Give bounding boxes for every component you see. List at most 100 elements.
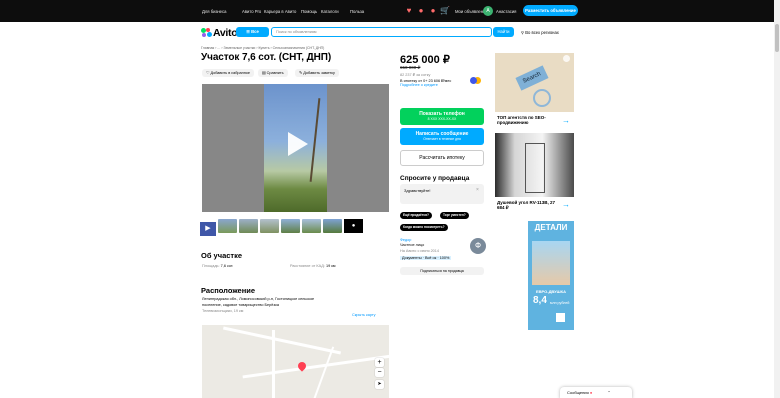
ad-details-promo: ЕВРО-ДВУШКА: [535, 289, 567, 294]
hide-map-link[interactable]: Скрыть карту: [352, 313, 376, 317]
clear-icon[interactable]: ×: [476, 187, 479, 193]
all-categories-button[interactable]: ☰ Все категории: [236, 27, 269, 44]
add-to-favorites-button[interactable]: ♡ Добавить в избранное: [202, 69, 255, 77]
bank-logo-icon: [470, 77, 477, 84]
location-section-title: Расположение: [201, 286, 256, 295]
ad-banner-shower[interactable]: [495, 133, 574, 197]
location-map[interactable]: [202, 325, 389, 398]
ad-info-icon[interactable]: [563, 55, 570, 62]
thumbnail[interactable]: [281, 219, 300, 233]
note-icon: ✎: [299, 71, 303, 75]
area-value: 7,6 сот.: [220, 264, 234, 268]
thumbnail[interactable]: [218, 219, 237, 233]
avatar[interactable]: А: [483, 6, 493, 16]
ad-seo-text[interactable]: ТОП агентств по SEO-продвижению: [497, 115, 559, 125]
main-photo-video[interactable]: [202, 84, 389, 212]
map-road: [272, 330, 275, 398]
quick-reply-chip[interactable]: Когда можно посмотреть?: [400, 224, 448, 231]
region-label: Во всех регионах: [525, 30, 559, 35]
add-note-button[interactable]: ✎ Добавить заметку: [295, 69, 339, 77]
magnifier-icon: [533, 89, 551, 107]
compare-icon: ▤: [262, 71, 266, 75]
show-phone-button[interactable]: Показать телефон 8 XXX XXX-XX-XX: [400, 108, 484, 125]
ad-shower-text[interactable]: Душевой угол RV-113B, 27 684 ₽: [497, 200, 559, 211]
page: Для бизнеса Авито Pro Карьера в Авито По…: [0, 0, 780, 398]
search-ad-art: Search: [515, 65, 549, 91]
distance-label-text: Расстояние от КАД:: [290, 264, 325, 268]
nav-link-pro[interactable]: Авито Pro: [242, 9, 261, 14]
distance-label: Расстояние от КАД: 19 км: [290, 264, 336, 268]
subscribe-button[interactable]: Подписаться на продавца: [400, 267, 484, 275]
search-input[interactable]: Поиск по объявлениям: [271, 27, 492, 37]
about-section-title: Об участке: [201, 251, 243, 260]
chevron-up-icon[interactable]: ⌃: [607, 390, 610, 395]
cart-icon[interactable]: 🛒: [440, 6, 450, 16]
all-categories-label: Все категории: [242, 29, 263, 44]
nav-link-career[interactable]: Карьера в Авито: [264, 9, 296, 14]
avatar[interactable]: Ф: [470, 238, 486, 254]
write-message-button[interactable]: Написать сообщение Отвечает в течение дн…: [400, 128, 484, 145]
seller-name[interactable]: Федор: [400, 238, 411, 242]
nav-link-catalogs[interactable]: Каталоги: [321, 9, 339, 14]
location-pin-icon: ⚲: [521, 30, 525, 35]
thumbnail[interactable]: [302, 219, 321, 233]
chat-icon[interactable]: ●: [416, 6, 426, 16]
address-line-2: поселение, садовое товарищество Берёзка: [202, 303, 279, 307]
phone-mask: 8 XXX XXX-XX-XX: [427, 117, 457, 121]
ad-family-photo: [532, 241, 570, 285]
top-navigation-bar: Для бизнеса Авито Pro Карьера в Авито По…: [0, 0, 780, 22]
address-line-1: Ленинградская обл., Ломоносовский р-н, Г…: [202, 297, 315, 301]
bell-icon[interactable]: ●: [428, 6, 438, 16]
video-thumb-play-icon[interactable]: ▶: [200, 222, 216, 236]
nav-link-help[interactable]: Помощь: [301, 9, 317, 14]
breadcrumb[interactable]: Главная › ... › Земельные участки › Купи…: [201, 46, 324, 50]
nav-link-benefit[interactable]: Польза: [350, 9, 364, 14]
avito-logo[interactable]: Avito: [201, 27, 238, 39]
map-road: [242, 354, 389, 379]
arrow-right-icon[interactable]: →: [562, 200, 570, 209]
camera-icon[interactable]: ●: [344, 219, 363, 233]
ad-banner-details[interactable]: ДЕТАЛИ ЕВРО-ДВУШКА 8,4 млн рублей: [528, 221, 574, 330]
region-selector[interactable]: ⚲ Во всех регионах: [521, 30, 559, 35]
ad-details-price-unit: млн рублей: [550, 301, 570, 305]
old-price: 650 000 ₽: [400, 65, 421, 70]
find-button[interactable]: Найти: [493, 27, 514, 37]
favorites-label: Добавить в избранное: [210, 71, 251, 75]
nav-link-business[interactable]: Для бизнеса: [202, 9, 226, 14]
message-input[interactable]: Здравствуйте!: [400, 184, 484, 204]
compare-button[interactable]: ▤ Сравнить: [258, 69, 288, 77]
thumbnail[interactable]: [323, 219, 342, 233]
ask-seller-title: Спросите у продавца: [400, 175, 470, 182]
ad-details-price: 8,4: [533, 295, 547, 306]
shower-image: [525, 143, 545, 193]
quick-reply-chip[interactable]: Торг уместен?: [440, 212, 469, 219]
play-icon[interactable]: [288, 132, 308, 156]
messages-widget-label: Сообщения: [567, 390, 589, 395]
arrow-right-icon[interactable]: →: [562, 116, 570, 125]
quick-reply-chip[interactable]: Ещё продаётся?: [400, 212, 432, 219]
messages-widget[interactable]: Сообщения ● ⌃: [560, 387, 632, 398]
zoom-in-button[interactable]: +: [375, 358, 384, 367]
scrollbar[interactable]: [774, 0, 780, 398]
area-label: Площадь: 7,6 сот.: [202, 264, 233, 268]
map-road: [222, 326, 342, 355]
scrollbar-thumb[interactable]: [775, 24, 779, 52]
post-ad-button[interactable]: Разместить объявление: [523, 5, 578, 16]
zoom-out-button[interactable]: −: [375, 368, 384, 377]
mortgage-link[interactable]: Подробнее о кредите: [400, 83, 438, 87]
area-label-text: Площадь:: [202, 264, 220, 268]
seller-since: На Авито с июня 2014: [400, 249, 440, 253]
map-road: [311, 346, 335, 398]
seller-type: Частное лицо: [400, 243, 425, 247]
thumbnail[interactable]: [239, 219, 258, 233]
ad-banner-seo[interactable]: Search: [495, 53, 574, 112]
locate-icon[interactable]: ➤: [375, 380, 384, 389]
page-title: Участок 7,6 сот. (СНТ, ДНП): [201, 52, 332, 63]
thumbnail[interactable]: [260, 219, 279, 233]
logo-text: Avito: [213, 27, 238, 39]
calc-mortgage-button[interactable]: Рассчитать ипотеку: [400, 150, 484, 166]
reply-note: Отвечает в течение дня: [423, 137, 461, 141]
heart-icon[interactable]: ♥: [404, 6, 414, 16]
ad-details-brand: ДЕТАЛИ: [534, 223, 568, 232]
user-name[interactable]: Анастасия: [496, 9, 516, 14]
